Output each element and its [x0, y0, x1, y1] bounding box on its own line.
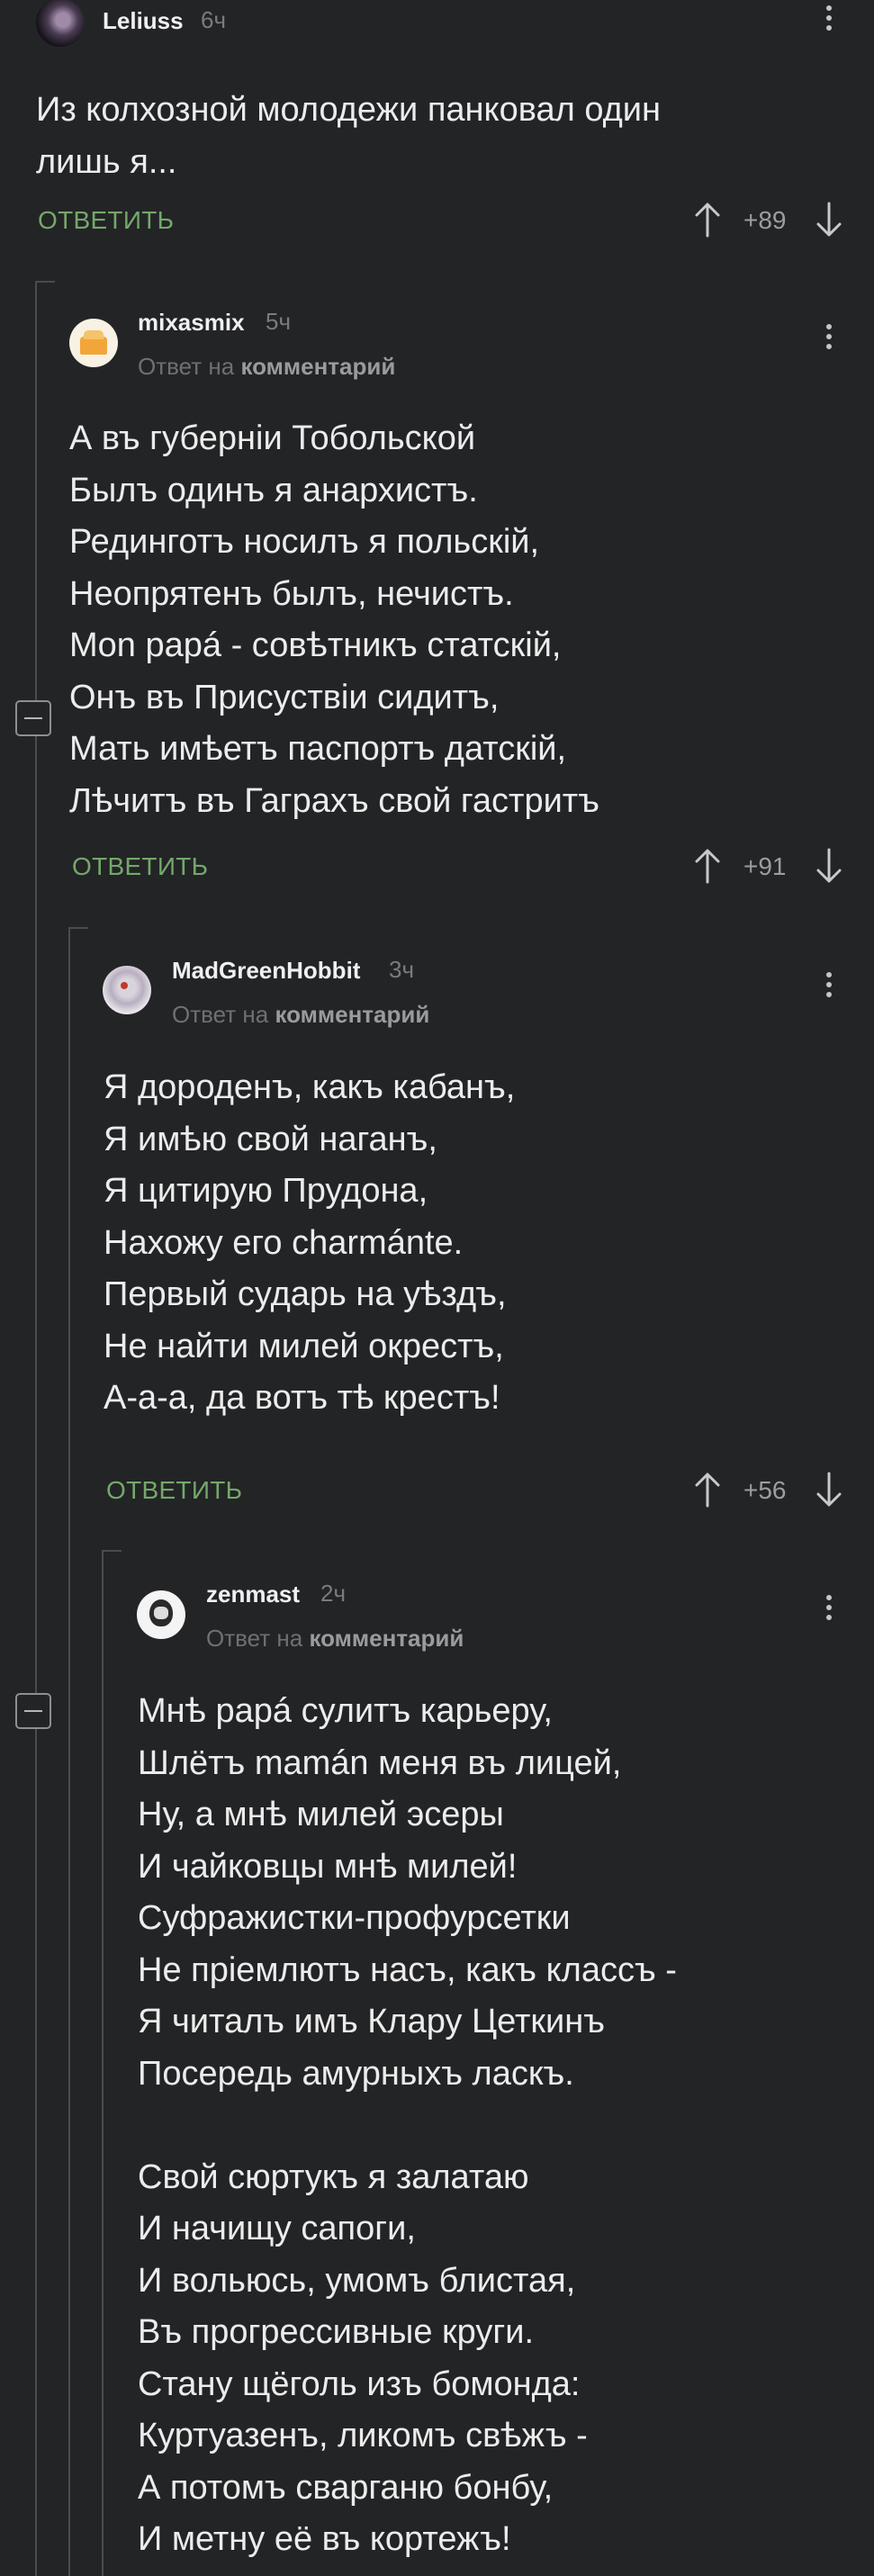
upvote-arrow-icon[interactable] — [695, 202, 720, 238]
comment-text: Мнѣ papá сулитъ карьеру, Шлётъ mamán мен… — [138, 1692, 677, 2558]
username[interactable]: MadGreenHobbit — [172, 957, 360, 985]
comment-text: Из колхозной молодежи панковал один лишь… — [36, 91, 662, 181]
reply-button[interactable]: ОТВЕТИТЬ — [72, 852, 208, 881]
reply-button[interactable]: ОТВЕТИТЬ — [38, 206, 174, 235]
more-options-icon[interactable] — [823, 324, 835, 360]
timestamp: 2ч — [320, 1580, 347, 1607]
avatar[interactable] — [36, 0, 85, 47]
more-options-icon[interactable] — [823, 1595, 835, 1631]
rating-value: +91 — [743, 852, 787, 880]
avatar[interactable] — [137, 1590, 185, 1639]
downvote-arrow-icon[interactable] — [816, 202, 842, 238]
thread-branch-1 — [35, 281, 55, 283]
collapse-thread-button[interactable] — [15, 1693, 51, 1729]
reply-button[interactable]: ОТВЕТИТЬ — [106, 1476, 242, 1505]
thread-line-2 — [68, 927, 70, 2576]
username[interactable]: mixasmix — [138, 309, 245, 337]
more-options-icon[interactable] — [823, 972, 835, 1008]
downvote-arrow-icon[interactable] — [816, 848, 842, 884]
comment-text: Я дороденъ, какъ кабанъ, Я имѣю свой наг… — [104, 1068, 516, 1417]
rating-value: +56 — [743, 1476, 787, 1504]
reply-to-label: Ответ на комментарий — [206, 1625, 464, 1652]
reply-to-link[interactable]: комментарий — [240, 353, 395, 380]
avatar[interactable] — [103, 966, 151, 1014]
more-options-icon[interactable] — [823, 5, 835, 41]
avatar[interactable] — [69, 319, 118, 367]
timestamp: 6ч — [201, 6, 227, 33]
rating-value: +89 — [743, 206, 787, 234]
reply-to-link[interactable]: комментарий — [309, 1625, 464, 1652]
reply-to-label: Ответ на комментарий — [172, 1001, 430, 1028]
upvote-arrow-icon[interactable] — [695, 1472, 720, 1508]
timestamp: 5ч — [266, 308, 292, 335]
collapse-thread-button[interactable] — [15, 700, 51, 736]
timestamp: 3ч — [389, 956, 415, 983]
thread-line-1 — [35, 281, 37, 2576]
reply-to-link[interactable]: комментарий — [275, 1001, 429, 1028]
username[interactable]: zenmast — [206, 1581, 300, 1608]
thread-branch-2 — [68, 927, 88, 929]
upvote-arrow-icon[interactable] — [695, 848, 720, 884]
reply-to-label: Ответ на комментарий — [138, 353, 396, 380]
downvote-arrow-icon[interactable] — [816, 1472, 842, 1508]
username[interactable]: Leliuss — [103, 7, 184, 35]
comment-text: А въ губерніи Тобольской Былъ одинъ я ан… — [69, 419, 599, 820]
thread-line-3 — [102, 1550, 104, 2576]
thread-branch-3 — [102, 1550, 122, 1552]
